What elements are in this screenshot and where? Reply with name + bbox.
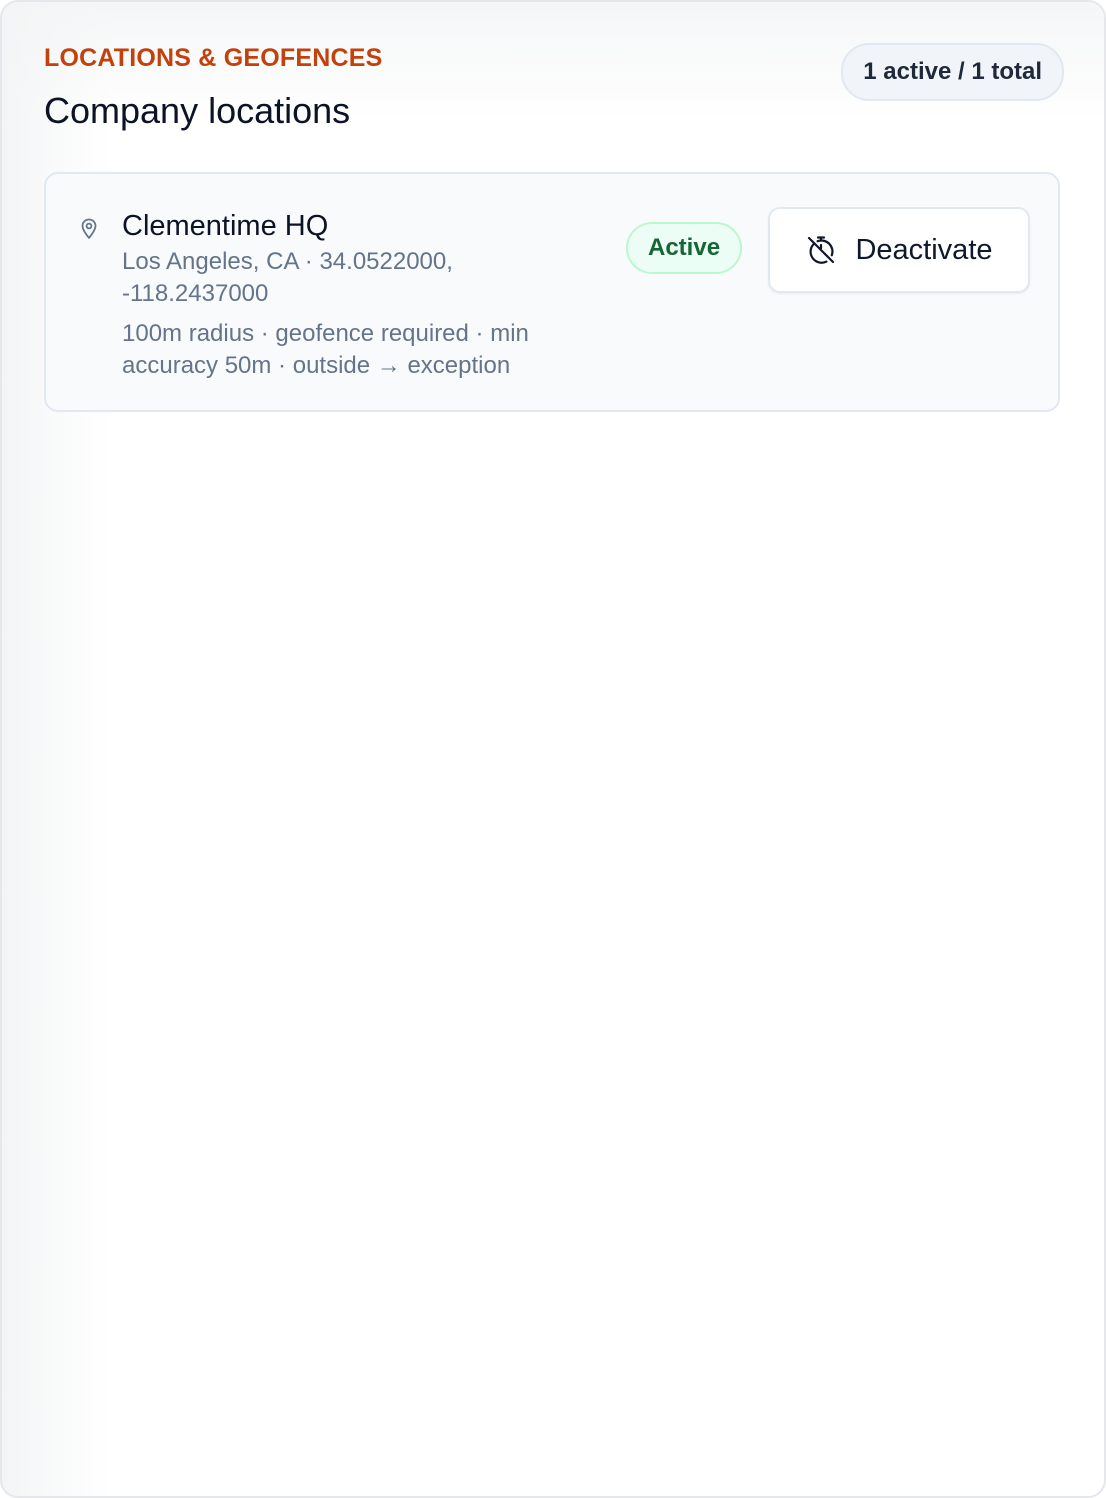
map-pin-icon (81, 218, 97, 239)
location-geofence-rules: 100m radius · geofence required · min ac… (122, 320, 529, 379)
locations-panel: LOCATIONS & GEOFENCES Company locations … (0, 0, 1106, 1498)
status-badge: Active (626, 222, 743, 274)
location-card: Clementime HQ Los Angeles, CA · 34.05220… (44, 172, 1060, 412)
location-count-badge: 1 active / 1 total (841, 43, 1064, 101)
deactivate-button[interactable]: Deactivate (768, 207, 1030, 293)
location-name: Clementime HQ (122, 210, 329, 242)
page-title: Company locations (44, 90, 351, 131)
section-eyebrow: LOCATIONS & GEOFENCES (44, 44, 383, 72)
location-coordinates: Los Angeles, CA · 34.0522000, -118.24370… (122, 248, 453, 307)
deactivate-button-label: Deactivate (855, 233, 993, 266)
timer-off-icon (808, 236, 835, 264)
